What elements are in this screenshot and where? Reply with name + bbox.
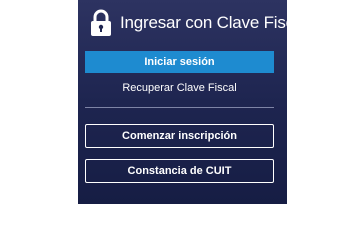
- lock-icon: [90, 9, 112, 37]
- recuperar-clave-link[interactable]: Recuperar Clave Fiscal: [85, 79, 274, 97]
- login-panel: Ingresar con Clave Fiscal Iniciar sesión…: [78, 0, 307, 204]
- comenzar-inscripcion-button[interactable]: Comenzar inscripción: [85, 124, 274, 148]
- panel-header: Ingresar con Clave Fiscal: [90, 8, 307, 38]
- constancia-cuit-button[interactable]: Constancia de CUIT: [85, 159, 274, 183]
- panel-title: Ingresar con Clave Fiscal: [120, 13, 307, 32]
- iniciar-sesion-button[interactable]: Iniciar sesión: [85, 51, 274, 73]
- divider: [85, 107, 274, 108]
